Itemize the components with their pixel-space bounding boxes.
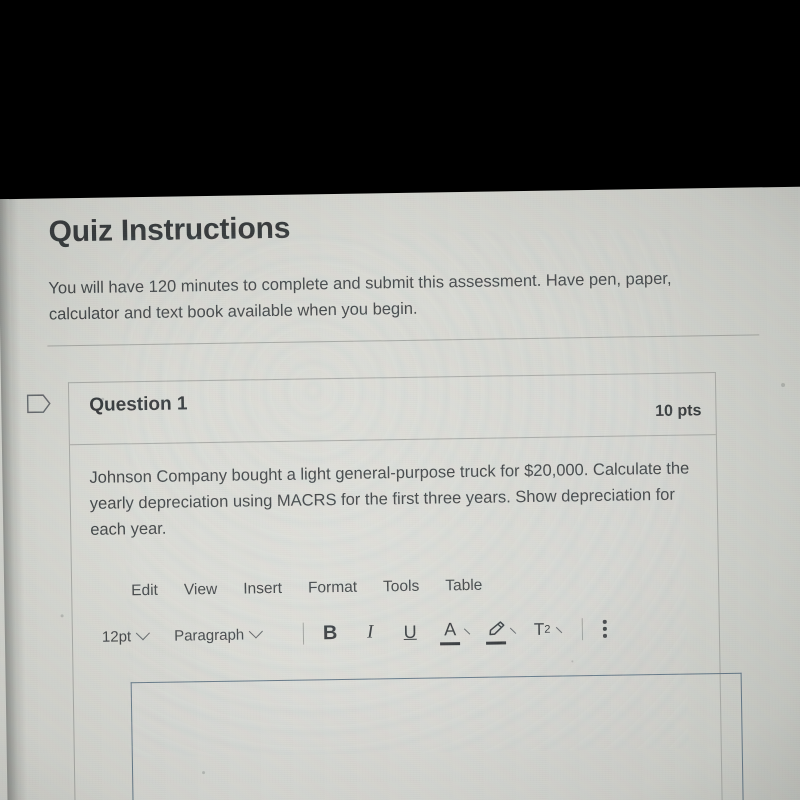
text-color-button[interactable]: A — [440, 617, 460, 645]
rich-text-editor: Edit View Insert Format Tools Table 12pt — [86, 573, 707, 651]
menu-item-insert[interactable]: Insert — [243, 580, 282, 599]
superscript-label: T — [533, 619, 545, 639]
dot — [602, 620, 607, 624]
dot — [603, 634, 607, 638]
dust-speck — [101, 397, 105, 401]
chevron-down-icon[interactable] — [510, 621, 523, 634]
highlight-color-button[interactable] — [486, 616, 506, 644]
chevron-down-icon[interactable] — [556, 620, 569, 633]
quiz-content: Quiz Instructions You will have 120 minu… — [0, 187, 800, 800]
chevron-down-icon — [249, 624, 264, 639]
more-options-icon[interactable] — [602, 620, 607, 638]
editor-toolbar: 12pt Paragraph B I U A T 2 — [87, 613, 707, 651]
editor-menubar: Edit View Insert Format Tools Table — [86, 573, 706, 601]
font-size-value: 12pt — [101, 627, 132, 646]
menu-item-table[interactable]: Table — [445, 577, 482, 596]
menu-item-edit[interactable]: Edit — [131, 582, 158, 600]
italic-button[interactable]: I — [360, 620, 380, 644]
superscript-exponent: 2 — [544, 623, 551, 636]
chevron-down-icon — [136, 626, 151, 641]
underline-button[interactable]: U — [400, 620, 420, 644]
bookmark-flag-icon[interactable] — [26, 392, 52, 414]
superscript-button[interactable]: T2 — [532, 618, 552, 642]
chevron-down-icon[interactable] — [464, 622, 477, 635]
question-title: Question 1 — [89, 393, 188, 416]
font-size-dropdown[interactable]: 12pt — [101, 626, 151, 646]
block-format-dropdown[interactable]: Paragraph — [173, 624, 264, 645]
section-divider — [47, 334, 760, 347]
question-header: Question 1 10 pts — [68, 373, 716, 446]
question-body-text: Johnson Company bought a light general-p… — [89, 459, 690, 539]
menu-item-view[interactable]: View — [184, 581, 218, 600]
dust-speck — [202, 771, 206, 775]
toolbar-divider — [581, 618, 584, 641]
dust-speck — [60, 614, 64, 618]
answer-textarea[interactable] — [130, 672, 745, 800]
question-points-badge: 10 pts — [655, 402, 702, 421]
page-title: Quiz Instructions — [48, 211, 291, 249]
menu-item-format[interactable]: Format — [308, 579, 357, 598]
dot — [603, 627, 607, 631]
dust-speck — [394, 503, 397, 506]
photographed-screen: Quiz Instructions You will have 120 minu… — [0, 186, 800, 800]
bold-button[interactable]: B — [320, 621, 340, 645]
menu-item-tools[interactable]: Tools — [383, 578, 419, 597]
question-card: Question 1 10 pts Johnson Company bought… — [67, 372, 745, 800]
dust-speck — [571, 660, 574, 663]
screenshot-root: Quiz Instructions You will have 120 minu… — [0, 0, 800, 800]
toolbar-divider — [303, 622, 305, 645]
quiz-instructions-text: You will have 120 minutes to complete an… — [48, 269, 672, 324]
dust-speck — [781, 382, 786, 388]
block-format-value: Paragraph — [173, 626, 245, 645]
highlighter-pen-icon — [489, 620, 505, 635]
